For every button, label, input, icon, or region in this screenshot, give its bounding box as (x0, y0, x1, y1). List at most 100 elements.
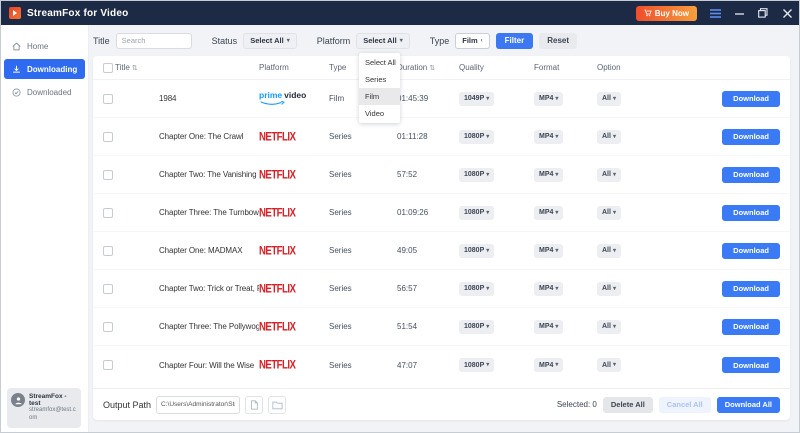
type-option-video[interactable]: Video (359, 105, 400, 122)
chevron-down-icon: ▾ (612, 247, 616, 254)
prime-video-logo: prime video (259, 91, 306, 106)
status-select[interactable]: Select All ▾ (243, 32, 297, 49)
platform-select[interactable]: Select All ▾ (356, 32, 410, 49)
row-checkbox[interactable] (103, 321, 113, 332)
option-select[interactable]: All ▾ (597, 243, 621, 258)
format-select[interactable]: MP4 ▾ (534, 91, 564, 106)
user-account-card[interactable]: StreamFox - test streamfox@test.com (7, 388, 81, 428)
download-button[interactable]: Download (722, 357, 780, 373)
video-type: Series (329, 284, 352, 293)
table-row: Chapter One: MADMAX NETFLIX Series 49:05… (93, 232, 790, 270)
output-path-input[interactable] (156, 395, 241, 414)
video-title: Chapter Two: The Vanishing of... (159, 170, 259, 179)
quality-select[interactable]: 1080P ▾ (459, 243, 495, 258)
column-header-title[interactable]: Title ⇅ (115, 63, 259, 72)
chevron-down-icon: ▾ (555, 171, 559, 178)
avatar (11, 393, 25, 408)
type-option-film[interactable]: Film (359, 88, 400, 105)
video-duration: 01:11:28 (397, 132, 428, 141)
open-folder-button[interactable] (268, 395, 287, 414)
format-select[interactable]: MP4 ▾ (534, 129, 564, 144)
format-select[interactable]: MP4 ▾ (534, 358, 564, 372)
type-option-select-all[interactable]: Select All (359, 54, 400, 71)
sidebar-item-label: Downloaded (27, 87, 72, 97)
download-button[interactable]: Download (722, 128, 780, 145)
row-checkbox[interactable] (103, 207, 113, 218)
option-select[interactable]: All ▾ (597, 129, 621, 144)
format-select[interactable]: MP4 ▾ (534, 281, 564, 296)
chevron-down-icon: ▾ (486, 133, 490, 140)
column-header-platform: Platform (259, 63, 289, 72)
sidebar-item-downloaded[interactable]: Downloaded (4, 82, 85, 102)
chevron-down-icon: ▾ (555, 247, 559, 254)
cancel-all-button[interactable]: Cancel All (658, 396, 711, 413)
reset-button[interactable]: Reset (539, 32, 578, 49)
quality-select[interactable]: 1049P ▾ (459, 91, 495, 106)
chevron-down-icon: ▾ (555, 362, 559, 368)
option-select[interactable]: All ▾ (597, 167, 621, 182)
column-header-quality: Quality (459, 63, 484, 72)
select-all-checkbox[interactable] (103, 62, 113, 73)
row-checkbox[interactable] (103, 169, 113, 180)
option-select[interactable]: All ▾ (597, 91, 621, 106)
chevron-down-icon: ▾ (555, 133, 559, 140)
download-all-button[interactable]: Download All (716, 396, 780, 413)
open-file-button[interactable] (245, 395, 264, 414)
row-checkbox[interactable] (103, 245, 113, 256)
chevron-down-icon: ▾ (555, 209, 559, 216)
close-button[interactable] (781, 7, 793, 19)
restore-button[interactable] (757, 7, 769, 19)
platform-filter-label: Platform (316, 35, 351, 46)
file-icon (251, 399, 258, 410)
download-button[interactable]: Download (722, 90, 780, 107)
type-select[interactable]: Film ‹ (455, 32, 490, 49)
option-select[interactable]: All ▾ (597, 319, 621, 334)
filter-button[interactable]: Filter (495, 32, 534, 49)
quality-select[interactable]: 1080P ▾ (459, 319, 495, 334)
quality-select[interactable]: 1080P ▾ (459, 129, 495, 144)
option-select[interactable]: All ▾ (597, 358, 621, 372)
row-checkbox[interactable] (103, 93, 113, 104)
option-select[interactable]: All ▾ (597, 281, 621, 296)
sidebar-item-home[interactable]: Home (4, 36, 85, 56)
table-row: Chapter Three: The Pollywog NETFLIX Seri… (93, 308, 790, 346)
buy-now-button[interactable]: Buy Now (635, 5, 697, 21)
downloading-icon (13, 65, 20, 73)
search-input[interactable] (115, 32, 192, 49)
video-type: Series (329, 360, 352, 370)
row-checkbox[interactable] (103, 283, 113, 294)
status-filter-label: Status (211, 35, 238, 46)
download-button[interactable]: Download (722, 204, 780, 221)
row-checkbox[interactable] (103, 360, 113, 370)
download-button[interactable]: Download (722, 242, 780, 259)
app-logo-icon (9, 7, 21, 19)
download-button[interactable]: Download (722, 166, 780, 183)
quality-select[interactable]: 1080P ▾ (459, 167, 495, 182)
downloaded-icon (12, 87, 21, 97)
user-email: streamfox@test.com (29, 407, 76, 422)
quality-select[interactable]: 1080P ▾ (459, 358, 495, 372)
menu-icon[interactable] (709, 7, 721, 19)
type-option-series[interactable]: Series (359, 71, 400, 88)
format-select[interactable]: MP4 ▾ (534, 243, 564, 258)
quality-select[interactable]: 1080P ▾ (459, 281, 495, 296)
delete-all-button[interactable]: Delete All (602, 396, 653, 413)
table-body: 1984 prime video Film 01:45:39 1049P ▾ MP4… (93, 80, 790, 384)
format-select[interactable]: MP4 ▾ (534, 167, 564, 182)
download-button[interactable]: Download (722, 318, 780, 335)
download-button[interactable]: Download (722, 280, 780, 297)
option-select[interactable]: All ▾ (597, 205, 621, 220)
cart-icon (644, 9, 652, 17)
video-title: Chapter Three: The Pollywog (159, 322, 259, 331)
sidebar-item-downloading[interactable]: Downloading (4, 59, 85, 79)
minimize-button[interactable] (733, 7, 745, 19)
netflix-logo: NETFLIX (259, 243, 296, 258)
format-select[interactable]: MP4 ▾ (534, 205, 564, 220)
netflix-logo: NETFLIX (259, 319, 296, 334)
row-checkbox[interactable] (103, 131, 113, 142)
format-select[interactable]: MP4 ▾ (534, 319, 564, 334)
status-select-value: Select All (250, 36, 284, 45)
column-header-duration[interactable]: Duration ⇅ (397, 63, 459, 72)
quality-select[interactable]: 1080P ▾ (459, 205, 495, 220)
chevron-down-icon: ▾ (612, 133, 616, 140)
